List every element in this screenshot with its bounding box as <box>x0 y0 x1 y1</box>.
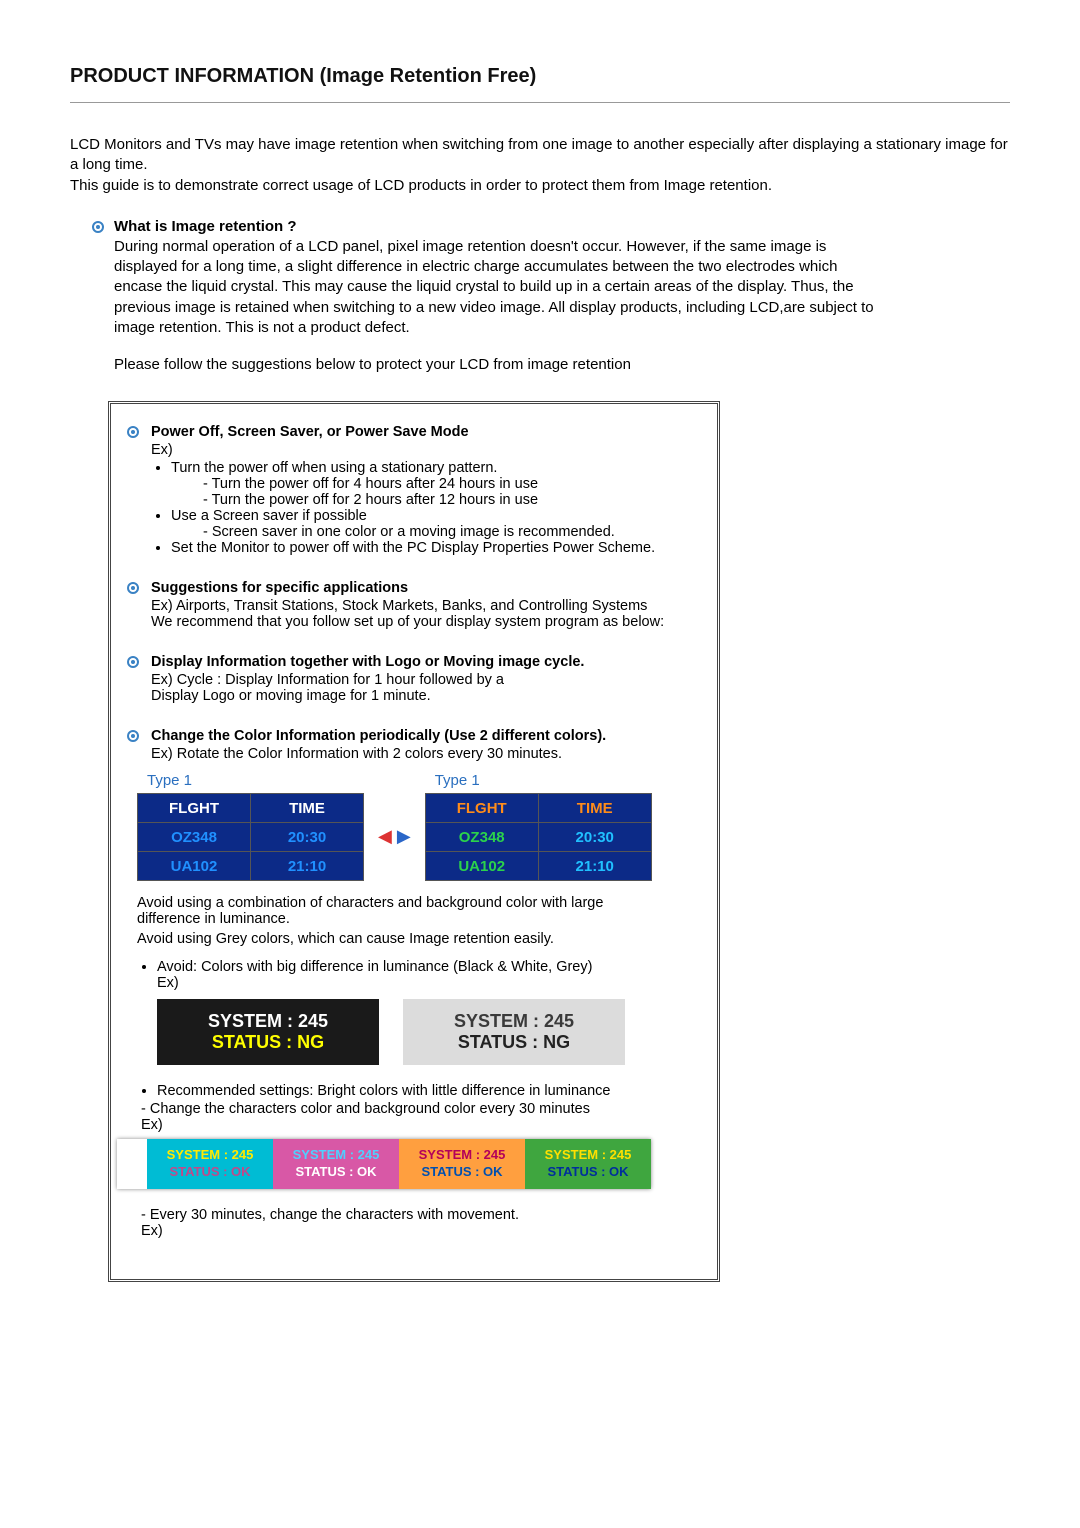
text: SYSTEM : 245 <box>409 1011 619 1032</box>
text: STATUS : OK <box>403 1164 521 1181</box>
text: - Change the characters color and backgr… <box>141 1101 699 1117</box>
text: Ex) Airports, Transit Stations, Stock Ma… <box>151 598 699 614</box>
text: STATUS : OK <box>277 1164 395 1181</box>
color-panel: SYSTEM : 245 STATUS : OK <box>147 1139 273 1189</box>
text: Recommended settings: Bright colors with… <box>157 1083 610 1099</box>
td: 20:30 <box>251 823 364 852</box>
text: Ex) Rotate the Color Information with 2 … <box>151 746 699 762</box>
text: Ex) Cycle : Display Information for 1 ho… <box>151 672 699 688</box>
text: Display Logo or moving image for 1 minut… <box>151 688 699 704</box>
section-logo-cycle: Display Information together with Logo o… <box>117 654 699 704</box>
section-power-off: Power Off, Screen Saver, or Power Save M… <box>117 424 699 556</box>
note-text: Avoid using a combination of characters … <box>117 895 657 927</box>
page-title: PRODUCT INFORMATION (Image Retention Fre… <box>70 65 1010 88</box>
system-panel-light: SYSTEM : 245 STATUS : NG <box>403 999 625 1065</box>
suggestions-box: Power Off, Screen Saver, or Power Save M… <box>108 401 720 1282</box>
section-specific-apps: Suggestions for specific applications Ex… <box>117 580 699 630</box>
text: STATUS : NG <box>409 1032 619 1053</box>
color-panel: SYSTEM : 245 STATUS : OK <box>525 1139 651 1189</box>
td: UA102 <box>425 852 538 881</box>
example-label: Ex) <box>151 442 699 458</box>
td: OZ348 <box>425 823 538 852</box>
text: - Screen saver in one color or a moving … <box>203 524 699 540</box>
flight-table-right: FLGHTTIME OZ34820:30 UA10221:10 <box>425 793 652 881</box>
section-heading: Suggestions for specific applications <box>151 580 699 596</box>
list-item: Avoid: Colors with big difference in lum… <box>157 959 699 991</box>
flight-example: Type 1 FLGHTTIME OZ34820:30 UA10221:10 ◀… <box>117 772 699 881</box>
color-panel: SYSTEM : 245 STATUS : OK <box>399 1139 525 1189</box>
text: - Every 30 minutes, change the character… <box>141 1207 699 1223</box>
text: SYSTEM : 245 <box>545 1147 632 1162</box>
text: Avoid: Colors with big difference in lum… <box>157 959 592 975</box>
bullet-icon <box>127 426 139 438</box>
section-heading: Power Off, Screen Saver, or Power Save M… <box>151 424 699 440</box>
td: UA102 <box>138 852 251 881</box>
th-time: TIME <box>538 794 651 823</box>
system-panels-recommended: SYSTEM : 245 STATUS : OK SYSTEM : 245 STAT… <box>117 1139 651 1189</box>
section-what-is: What is Image retention ? During normal … <box>70 218 1010 338</box>
text: SYSTEM : 245 <box>163 1011 373 1032</box>
list-item: Turn the power off when using a stationa… <box>171 460 699 508</box>
bullet-icon <box>127 730 139 742</box>
example-label: Ex) <box>141 1117 699 1133</box>
text: We recommend that you follow set up of y… <box>151 614 699 630</box>
example-label: Ex) <box>141 1223 699 1239</box>
th-flight: FLGHT <box>138 794 251 823</box>
section-heading: Display Information together with Logo o… <box>151 654 699 670</box>
example-label: Ex) <box>157 975 179 991</box>
text: STATUS : OK <box>529 1164 647 1181</box>
follow-text: Please follow the suggestions below to p… <box>70 356 1010 373</box>
th-flight: FLGHT <box>425 794 538 823</box>
type-label: Type 1 <box>137 772 364 793</box>
section-heading: Change the Color Information periodicall… <box>151 728 699 744</box>
system-panel-dark: SYSTEM : 245 STATUS : NG <box>157 999 379 1065</box>
section-color-change: Change the Color Information periodicall… <box>117 728 699 762</box>
divider <box>70 102 1010 103</box>
bullet-icon <box>92 221 104 233</box>
list-item: Use a Screen saver if possible - Screen … <box>171 508 699 540</box>
intro-line-2: This guide is to demonstrate correct usa… <box>70 177 772 194</box>
th-time: TIME <box>251 794 364 823</box>
system-panels-avoid: SYSTEM : 245 STATUS : NG SYSTEM : 245 ST… <box>117 999 699 1065</box>
text: Turn the power off when using a stationa… <box>171 460 497 476</box>
section-body: During normal operation of a LCD panel, … <box>114 237 874 338</box>
td: 21:10 <box>538 852 651 881</box>
text: SYSTEM : 245 <box>167 1147 254 1162</box>
intro-line-1: LCD Monitors and TVs may have image rete… <box>70 136 1008 173</box>
text: SYSTEM : 245 <box>293 1147 380 1162</box>
text: STATUS : NG <box>163 1032 373 1053</box>
td: 21:10 <box>251 852 364 881</box>
intro-text: LCD Monitors and TVs may have image rete… <box>70 135 1010 196</box>
color-panel: SYSTEM : 245 STATUS : OK <box>273 1139 399 1189</box>
text: STATUS : OK <box>151 1164 269 1181</box>
section-heading: What is Image retention ? <box>114 218 1010 235</box>
note-text: Avoid using Grey colors, which can cause… <box>117 931 657 947</box>
list-item: Recommended settings: Bright colors with… <box>157 1083 699 1099</box>
text: - Turn the power off for 4 hours after 2… <box>203 476 699 492</box>
td: 20:30 <box>538 823 651 852</box>
arrows-icon: ◀ ▶ <box>378 826 411 847</box>
td: OZ348 <box>138 823 251 852</box>
text: Use a Screen saver if possible <box>171 508 367 524</box>
type-label: Type 1 <box>425 772 652 793</box>
flight-table-left: FLGHTTIME OZ34820:30 UA10221:10 <box>137 793 364 881</box>
text: - Turn the power off for 2 hours after 1… <box>203 492 699 508</box>
bullet-icon <box>127 656 139 668</box>
list-item: Set the Monitor to power off with the PC… <box>171 540 699 556</box>
bullet-icon <box>127 582 139 594</box>
text: SYSTEM : 245 <box>419 1147 506 1162</box>
